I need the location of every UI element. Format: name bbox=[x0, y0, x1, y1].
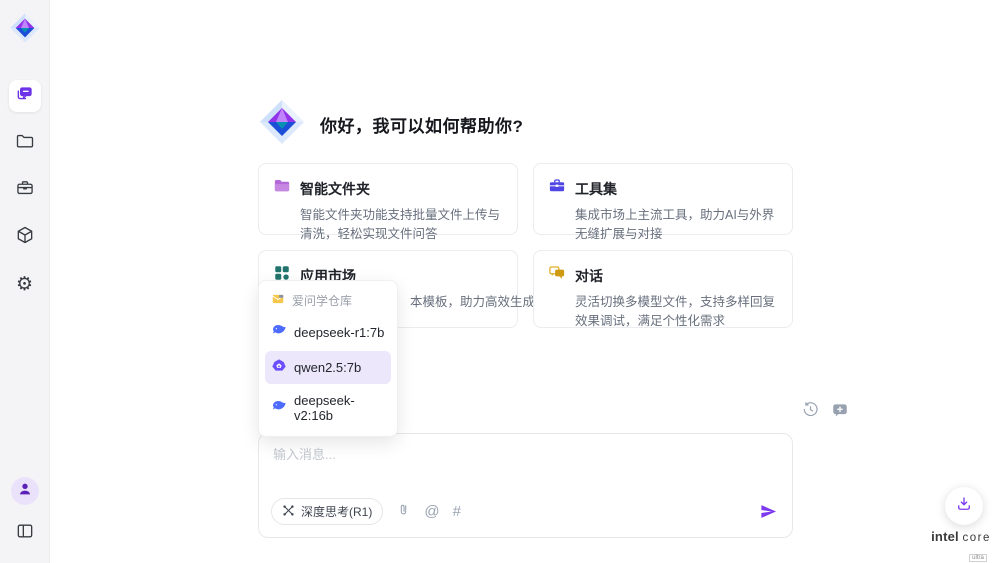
sidebar-item-models[interactable] bbox=[9, 221, 41, 253]
user-avatar[interactable] bbox=[11, 477, 39, 505]
model-option-label: qwen2.5:7b bbox=[294, 360, 361, 375]
greeting: 你好，我可以如何帮助你? bbox=[258, 98, 523, 151]
download-icon bbox=[955, 495, 973, 518]
briefcase-indigo-icon bbox=[548, 177, 566, 200]
sidebar-item-toolbox[interactable] bbox=[9, 174, 41, 206]
deepseek-icon bbox=[271, 323, 287, 342]
model-dropdown-header: 爱问学仓库 bbox=[265, 287, 391, 314]
model-dropdown: 爱问学仓库 deepseek-r1:7b bbox=[258, 280, 398, 437]
sidebar-item-chat[interactable] bbox=[9, 80, 41, 112]
message-input[interactable] bbox=[273, 447, 778, 462]
main-area: 你好，我可以如何帮助你? 智能文件夹 智能文件夹功能支持批量文件上传与清洗，轻松… bbox=[50, 0, 1000, 563]
app-logo-icon bbox=[9, 12, 41, 44]
chat-gold-icon bbox=[548, 264, 566, 287]
model-option-deepseek-r1[interactable]: deepseek-r1:7b bbox=[265, 316, 391, 349]
sidebar-nav: ⚙ bbox=[9, 80, 41, 300]
at-icon[interactable]: @ bbox=[424, 504, 439, 519]
model-option-deepseek-v2[interactable]: deepseek-v2:16b bbox=[265, 386, 391, 430]
card-desc-partial: 本模板，助力高效生成多 bbox=[410, 293, 503, 312]
deep-think-toggle[interactable]: 深度思考(R1) bbox=[271, 498, 383, 525]
sidebar: ⚙ bbox=[0, 0, 50, 563]
paperclip-icon[interactable] bbox=[396, 502, 411, 522]
model-option-label: deepseek-v2:16b bbox=[294, 393, 385, 423]
intel-core-logo: intel core ultra bbox=[928, 528, 994, 563]
app-window: ⚙ bbox=[0, 0, 1000, 563]
new-chat-button[interactable] bbox=[830, 402, 850, 422]
deep-think-label: 深度思考(R1) bbox=[301, 503, 372, 520]
gear-icon: ⚙ bbox=[16, 275, 33, 294]
sidebar-bottom bbox=[9, 477, 41, 549]
qwen-icon bbox=[271, 358, 287, 377]
cube-icon bbox=[15, 225, 35, 250]
intel-brand-text: intel bbox=[931, 529, 959, 544]
deep-think-icon bbox=[282, 504, 295, 520]
card-smart-folder[interactable]: 智能文件夹 智能文件夹功能支持批量文件上传与清洗，轻松实现文件问答 bbox=[258, 163, 518, 235]
download-fab[interactable] bbox=[945, 487, 983, 525]
greeting-title: 你好，我可以如何帮助你? bbox=[320, 112, 523, 137]
sidebar-item-settings[interactable]: ⚙ bbox=[9, 268, 41, 300]
card-desc: 灵活切换多模型文件，支持多样回复效果调试，满足个性化需求 bbox=[575, 293, 778, 332]
briefcase-icon bbox=[15, 178, 35, 203]
card-desc: 集成市场上主流工具，助力AI与外界无缝扩展与对接 bbox=[575, 206, 778, 245]
sidebar-item-folders[interactable] bbox=[9, 127, 41, 159]
card-toolset[interactable]: 工具集 集成市场上主流工具，助力AI与外界无缝扩展与对接 bbox=[533, 163, 793, 235]
intel-ultra-badge: ultra bbox=[969, 554, 987, 562]
repo-icon bbox=[271, 292, 285, 309]
panel-toggle-icon bbox=[15, 521, 35, 546]
model-option-qwen25[interactable]: qwen2.5:7b bbox=[265, 351, 391, 384]
model-option-label: deepseek-r1:7b bbox=[294, 325, 384, 340]
card-title: 工具集 bbox=[575, 179, 617, 199]
card-desc: 智能文件夹功能支持批量文件上传与清洗，轻松实现文件问答 bbox=[300, 206, 503, 245]
app-logo-large-icon bbox=[258, 98, 306, 151]
chat-icon bbox=[15, 84, 35, 109]
model-repo-label: 爱问学仓库 bbox=[292, 292, 352, 309]
history-button[interactable] bbox=[800, 402, 820, 422]
chat-actions bbox=[750, 402, 850, 422]
panel-toggle-button[interactable] bbox=[9, 517, 41, 549]
new-chat-icon bbox=[831, 401, 849, 424]
card-dialogue[interactable]: 对话 灵活切换多模型文件，支持多样回复效果调试，满足个性化需求 bbox=[533, 250, 793, 328]
hash-icon[interactable]: # bbox=[453, 504, 461, 519]
intel-core-text: core bbox=[962, 532, 990, 544]
history-icon bbox=[802, 401, 819, 423]
composer-toolbar: 深度思考(R1) @ # bbox=[271, 498, 778, 525]
folder-purple-icon bbox=[273, 177, 291, 200]
deepseek-icon bbox=[271, 399, 287, 418]
card-title: 智能文件夹 bbox=[300, 179, 370, 199]
card-title: 对话 bbox=[575, 266, 603, 286]
user-avatar-icon bbox=[17, 481, 33, 502]
send-button[interactable] bbox=[759, 502, 778, 521]
folder-icon bbox=[15, 131, 35, 156]
composer: 深度思考(R1) @ # bbox=[258, 433, 793, 538]
